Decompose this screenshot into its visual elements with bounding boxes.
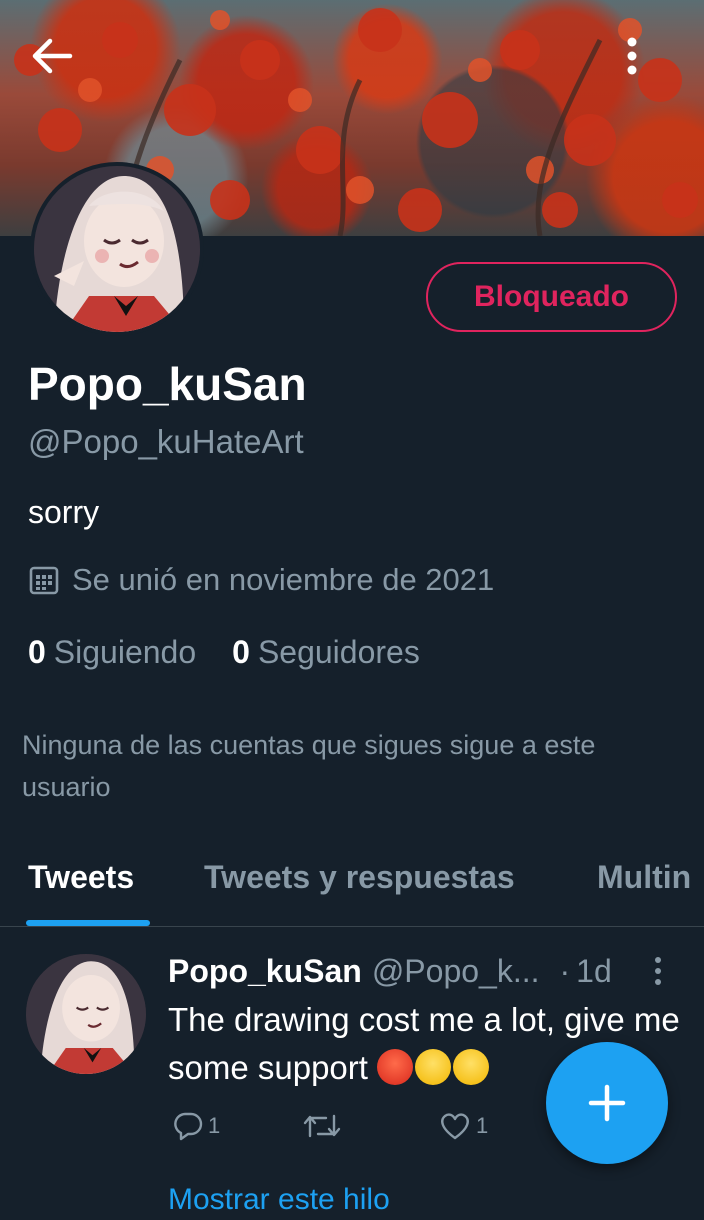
following-label: Siguiendo <box>53 634 197 670</box>
like-count: 1 <box>476 1113 489 1138</box>
tab-tweets[interactable]: Tweets <box>28 846 134 926</box>
compose-tweet-button[interactable] <box>546 1042 668 1164</box>
reply-count: 1 <box>208 1113 221 1138</box>
profile-bio: sorry <box>28 494 100 530</box>
blocked-button[interactable]: Bloqueado <box>426 262 677 332</box>
calendar-icon <box>29 566 59 595</box>
followers-count: 0 <box>232 634 250 670</box>
vertical-dots-icon <box>627 37 637 75</box>
like-button[interactable]: 1 <box>438 1110 488 1142</box>
speech-bubble-icon <box>174 1112 203 1141</box>
tweet-menu-button[interactable] <box>640 950 676 992</box>
tweet-author-name[interactable]: Popo_kuSan <box>168 950 362 992</box>
avatar-image <box>34 166 200 332</box>
profile-tabs: Tweets Tweets y respuestas Multin <box>0 846 704 926</box>
crying-face-emoji-icon <box>453 1049 490 1085</box>
following-count: 0 <box>28 634 46 670</box>
joined-text: Se unió en noviembre de 2021 <box>72 562 495 597</box>
avatar-image <box>26 954 146 1074</box>
show-thread-link[interactable]: Mostrar este hilo <box>168 1180 390 1220</box>
followers-link[interactable]: 0 Seguidores <box>232 630 420 674</box>
tweet-header: Popo_kuSan @Popo_k... · 1d <box>168 950 688 992</box>
reply-button[interactable]: 1 <box>172 1110 220 1142</box>
tweet-timestamp[interactable]: 1d <box>576 950 612 992</box>
profile-avatar[interactable] <box>30 162 204 336</box>
tweet-separator: · <box>559 953 571 989</box>
tab-tweets-and-replies[interactable]: Tweets y respuestas <box>204 846 515 926</box>
retweet-icon <box>303 1114 341 1138</box>
following-link[interactable]: 0 Siguiendo <box>28 630 196 674</box>
vertical-dots-icon <box>655 957 661 985</box>
followers-label: Seguidores <box>257 634 420 670</box>
retweet-button[interactable] <box>302 1110 342 1142</box>
heart-icon <box>441 1113 469 1140</box>
tweet-author-handle: @Popo_k... <box>371 953 540 989</box>
mutual-followers-note: Ninguna de las cuentas que sigues sigue … <box>22 730 596 802</box>
follow-stats: 0 Siguiendo 0 Seguidores <box>28 630 420 674</box>
angry-face-emoji-icon <box>377 1049 414 1085</box>
pleading-face-emoji-icon <box>415 1049 452 1085</box>
profile-handle: @Popo_kuHateArt <box>28 423 304 460</box>
tab-media[interactable]: Multin <box>597 846 691 926</box>
joined-date: Se unió en noviembre de 2021 <box>28 558 494 602</box>
tabs-divider <box>0 926 704 927</box>
display-name: Popo_kuSan <box>28 358 307 410</box>
tweet-avatar[interactable] <box>26 954 146 1074</box>
more-options-button[interactable] <box>626 36 670 92</box>
plus-icon <box>588 1084 626 1122</box>
arrow-left-icon <box>32 38 73 74</box>
back-button[interactable] <box>30 36 94 92</box>
